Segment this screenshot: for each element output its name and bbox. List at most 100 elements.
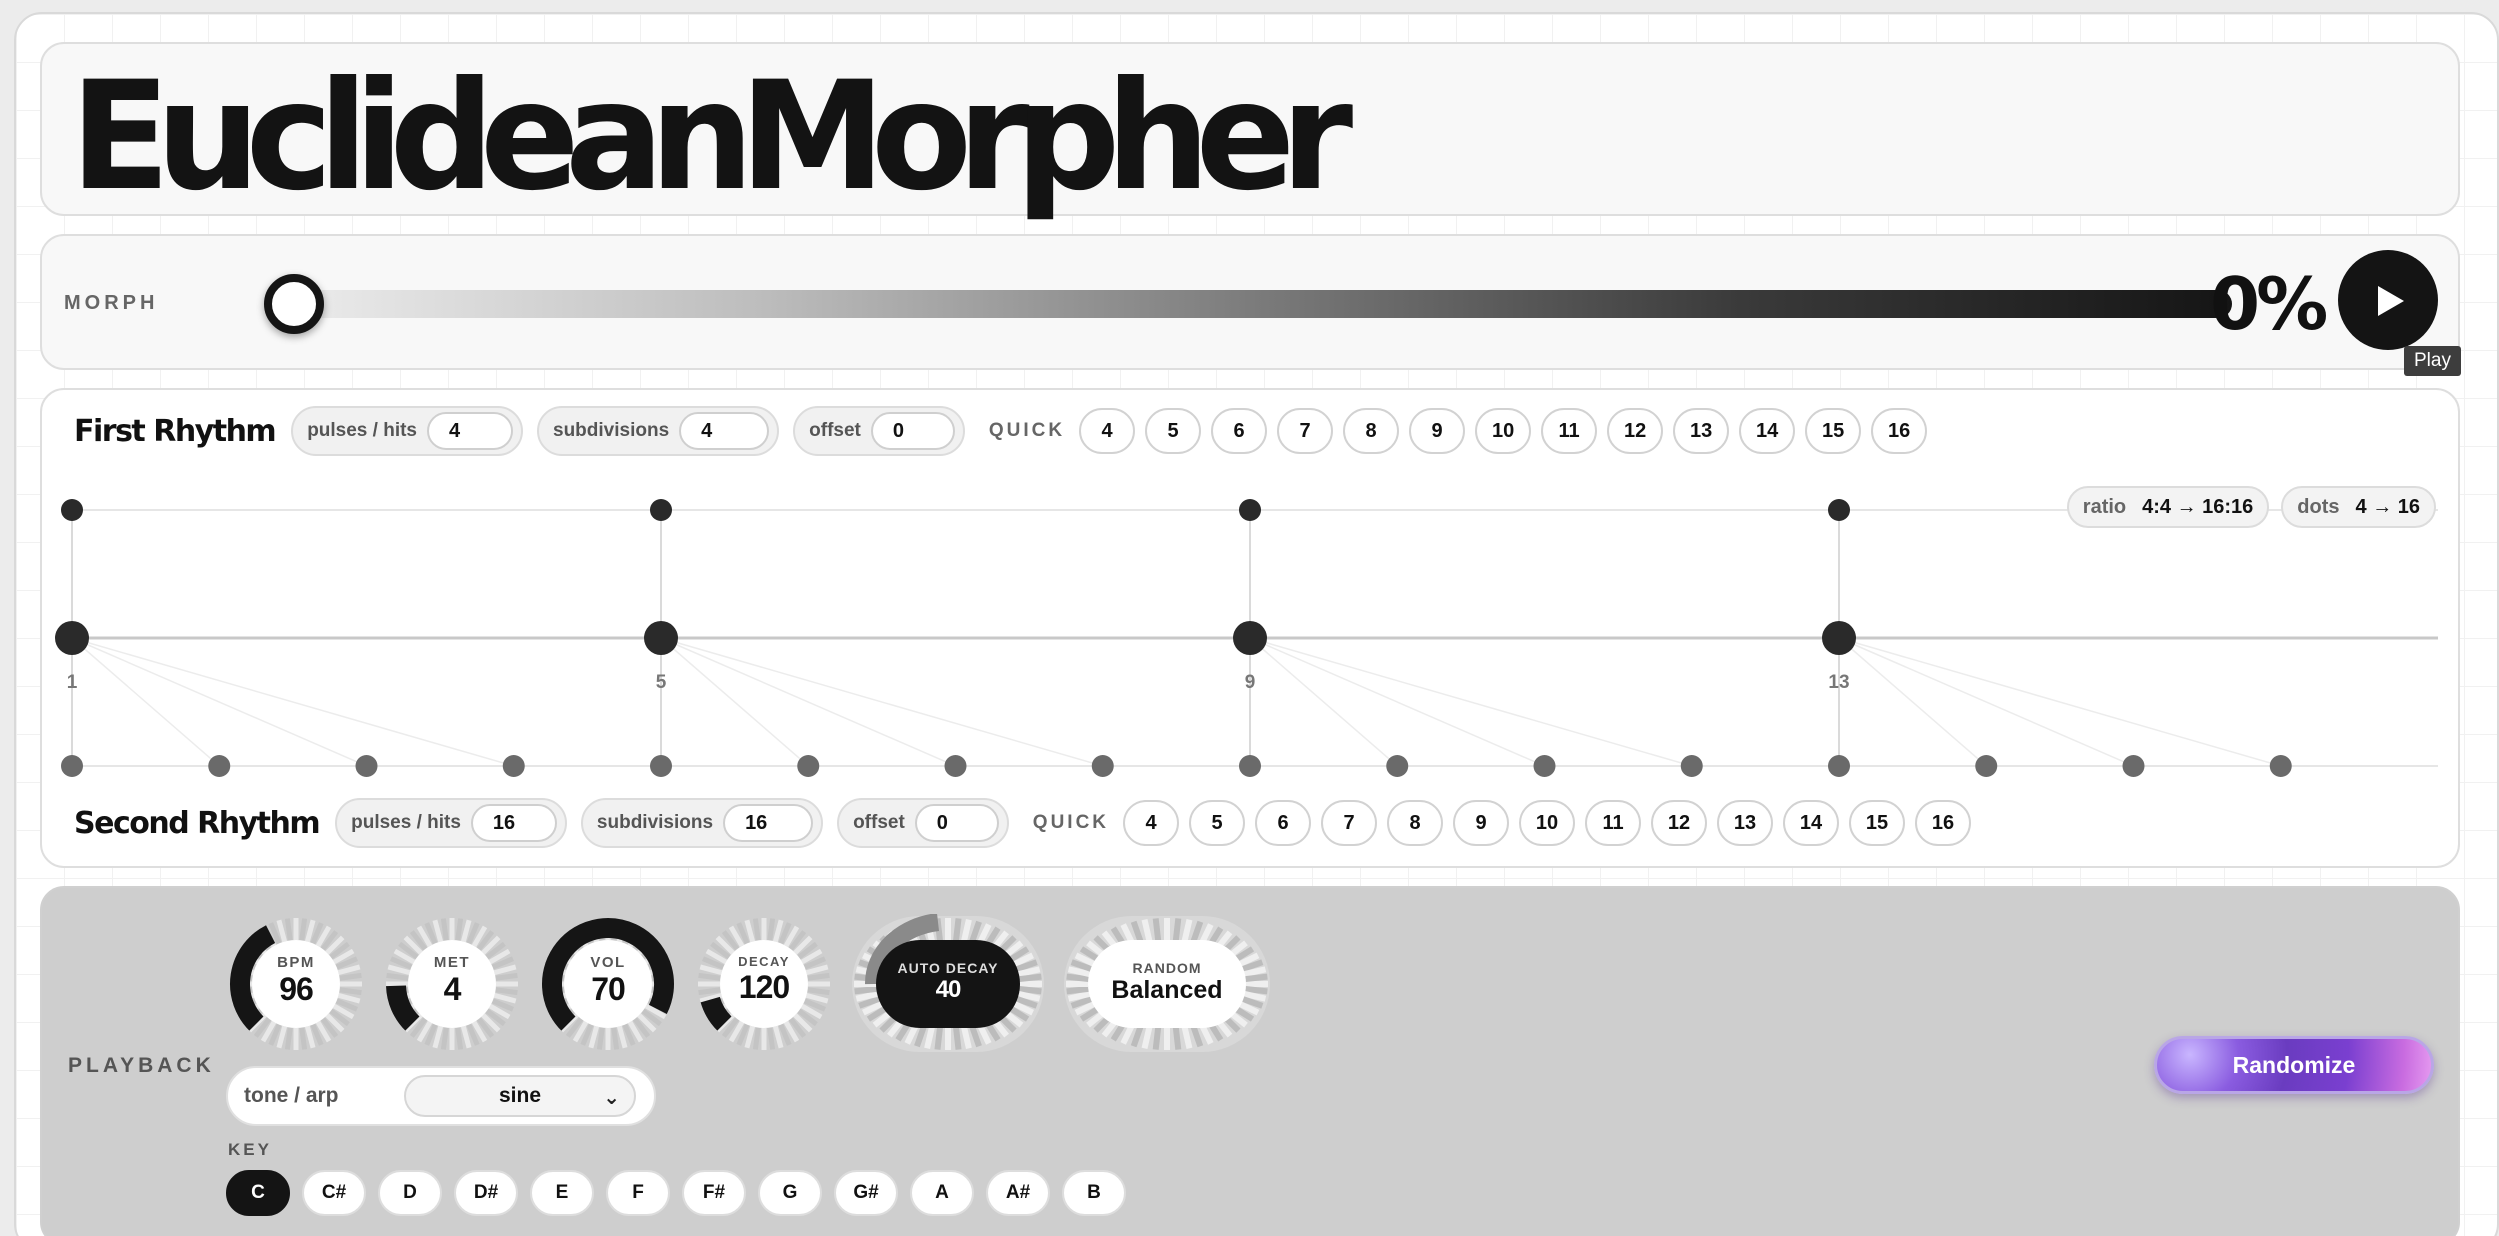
first-quick-button-6[interactable]: 6 — [1211, 408, 1268, 454]
key-label: KEY — [228, 1140, 272, 1159]
dots-label: dots — [2297, 495, 2340, 518]
first-pulses-input[interactable]: 4 — [427, 412, 513, 450]
connection-line — [71, 637, 220, 767]
rhythm-panel: 1 5 9 13 First Rhythm pulses / hits 4 subdi… — [40, 388, 2460, 868]
first-quick-button-7[interactable]: 7 — [1277, 408, 1334, 454]
second-pulses-label: pulses / hits — [351, 812, 461, 833]
volume-knob[interactable]: VOL 70 — [538, 914, 678, 1054]
metronome-label: MET — [433, 954, 471, 971]
first-quick-button-5[interactable]: 5 — [1145, 408, 1202, 454]
info-badges: ratio 4:4 → 16:16 dots 4 → 16 — [2055, 486, 2436, 528]
metronome-knob-text: MET 4 — [382, 954, 522, 1008]
playback-label: PLAYBACK — [68, 1054, 215, 1077]
first-subdivisions-control: subdivisions 4 — [537, 406, 780, 456]
randomize-button[interactable]: Randomize — [2154, 1036, 2434, 1094]
second-rhythm-dot — [502, 755, 525, 777]
decay-knob-text: DECAY 120 — [694, 954, 834, 1006]
key-button-a-sharp[interactable]: A# — [986, 1170, 1050, 1216]
second-quick-button-15[interactable]: 15 — [1849, 800, 1906, 846]
beat-number-label: 13 — [1828, 672, 1849, 693]
key-button-d[interactable]: D — [378, 1170, 442, 1216]
morph-slider-thumb[interactable] — [264, 274, 324, 334]
random-mode-control[interactable]: RANDOM Balanced — [1062, 914, 1272, 1054]
first-quick-button-4[interactable]: 4 — [1079, 408, 1136, 454]
bpm-knob[interactable]: BPM 96 — [226, 914, 366, 1054]
connection-line — [660, 637, 809, 767]
app-title: EuclideanMorpher — [70, 50, 1353, 224]
volume-knob-text: VOL 70 — [538, 954, 678, 1008]
second-subdivisions-input[interactable]: 16 — [723, 804, 814, 842]
second-rhythm-dot — [650, 755, 672, 777]
volume-label: VOL — [590, 954, 626, 971]
first-quick-buttons: 4 5 6 7 8 9 10 11 12 13 14 15 16 — [1079, 408, 1937, 454]
first-quick-button-10[interactable]: 10 — [1475, 408, 1532, 454]
first-subdivisions-input[interactable]: 4 — [679, 412, 770, 450]
key-button-a[interactable]: A — [910, 1170, 974, 1216]
first-quick-button-15[interactable]: 15 — [1805, 408, 1862, 454]
second-quick-button-7[interactable]: 7 — [1321, 800, 1378, 846]
second-quick-button-13[interactable]: 13 — [1717, 800, 1774, 846]
random-mode-value: Balanced — [1111, 976, 1223, 1004]
second-quick-button-4[interactable]: 4 — [1123, 800, 1180, 846]
tone-select[interactable]: sine ⌄ — [404, 1075, 636, 1117]
first-rhythm-controls: First Rhythm pulses / hits 4 subdivision… — [42, 406, 1937, 456]
second-subdivisions-label: subdivisions — [596, 812, 714, 833]
second-quick-button-10[interactable]: 10 — [1519, 800, 1576, 846]
connection-line — [1838, 637, 2134, 767]
first-quick-button-13[interactable]: 13 — [1673, 408, 1730, 454]
second-quick-button-6[interactable]: 6 — [1255, 800, 1312, 846]
second-subdivisions-control: subdivisions 16 — [580, 798, 824, 848]
second-quick-button-8[interactable]: 8 — [1387, 800, 1444, 846]
key-button-g-sharp[interactable]: G# — [834, 1170, 898, 1216]
first-pulses-label: pulses / hits — [307, 420, 417, 441]
key-button-c[interactable]: C — [226, 1170, 290, 1216]
first-quick-button-12[interactable]: 12 — [1607, 408, 1664, 454]
second-rhythm-controls: Second Rhythm pulses / hits 16 subdivisi… — [42, 798, 1981, 848]
metronome-knob[interactable]: MET 4 — [382, 914, 522, 1054]
auto-decay-control[interactable]: AUTO DECAY 40 — [850, 913, 1046, 1054]
first-quick-button-8[interactable]: 8 — [1343, 408, 1400, 454]
second-quick-button-9[interactable]: 9 — [1453, 800, 1510, 846]
tone-select-value: sine — [498, 1084, 542, 1107]
second-offset-input[interactable]: 0 — [914, 804, 999, 842]
second-pulses-control: pulses / hits 16 — [335, 798, 567, 848]
first-quick-button-11[interactable]: 11 — [1541, 408, 1598, 454]
second-quick-button-16[interactable]: 16 — [1915, 800, 1972, 846]
second-pulses-input[interactable]: 16 — [470, 804, 557, 842]
second-rhythm-dot — [2122, 755, 2145, 777]
key-button-f-sharp[interactable]: F# — [682, 1170, 746, 1216]
beat-number-label: 1 — [67, 672, 78, 693]
morph-slider[interactable] — [264, 274, 2232, 334]
key-button-f[interactable]: F — [606, 1170, 670, 1216]
metronome-value: 4 — [443, 971, 462, 1007]
second-rhythm-dot — [355, 755, 378, 777]
second-rhythm-dot — [797, 755, 820, 777]
key-button-c-sharp[interactable]: C# — [302, 1170, 366, 1216]
key-button-e[interactable]: E — [530, 1170, 594, 1216]
connection-line — [1838, 637, 1987, 767]
play-button[interactable] — [2338, 250, 2438, 350]
key-button-g[interactable]: G — [758, 1170, 822, 1216]
second-quick-button-11[interactable]: 11 — [1585, 800, 1642, 846]
random-mode-text: RANDOM Balanced — [1062, 960, 1272, 1005]
bpm-value: 96 — [279, 971, 314, 1007]
first-quick-button-9[interactable]: 9 — [1409, 408, 1466, 454]
decay-knob[interactable]: DECAY 120 — [694, 914, 834, 1054]
first-offset-label: offset — [809, 420, 861, 441]
key-button-b[interactable]: B — [1062, 1170, 1126, 1216]
first-quick-button-14[interactable]: 14 — [1739, 408, 1796, 454]
first-quick-button-16[interactable]: 16 — [1871, 408, 1928, 454]
second-quick-button-12[interactable]: 12 — [1651, 800, 1708, 846]
first-offset-control: offset 0 — [793, 406, 965, 456]
second-quick-button-14[interactable]: 14 — [1783, 800, 1840, 846]
second-rhythm-dot — [1680, 755, 1703, 777]
second-quick-button-5[interactable]: 5 — [1189, 800, 1246, 846]
play-tooltip: Play — [2404, 346, 2461, 376]
first-offset-input[interactable]: 0 — [870, 412, 955, 450]
connection-line — [1249, 637, 1398, 767]
connection-line — [660, 637, 1103, 767]
key-button-d-sharp[interactable]: D# — [454, 1170, 518, 1216]
tone-control: tone / arp sine ⌄ — [226, 1066, 656, 1126]
second-rhythm-dot — [1091, 755, 1114, 777]
morph-rhythm-dot — [1822, 621, 1856, 655]
